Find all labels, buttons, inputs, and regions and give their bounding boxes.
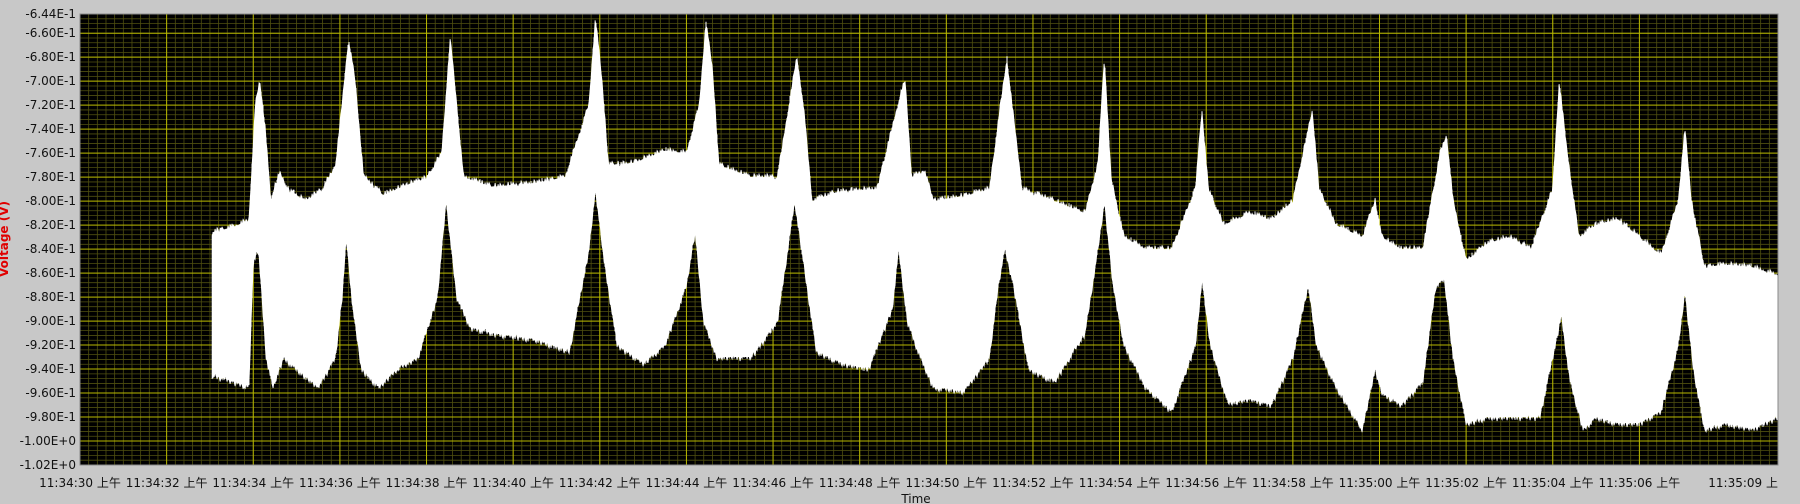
y-tick-label: -7.40E-1 <box>25 122 76 136</box>
x-tick-label: 11:34:58 上午 <box>1252 476 1334 490</box>
x-tick-label: 11:34:38 上午 <box>386 476 468 490</box>
y-tick-label: -8.20E-1 <box>25 218 76 232</box>
y-tick-label: -9.00E-1 <box>25 314 76 328</box>
x-tick-label: 11:35:00 上午 <box>1339 476 1421 490</box>
x-tick-label: 11:34:44 上午 <box>646 476 728 490</box>
y-tick-label: -6.60E-1 <box>25 26 76 40</box>
chart-root: 11:34:30 上午 11:34:32 上午 11:34:34 上午 11:34:3… <box>0 0 1800 504</box>
y-tick-label: -9.80E-1 <box>25 410 76 424</box>
y-tick-label: -8.40E-1 <box>25 242 76 256</box>
x-tick-label: 11:34:48 上午 <box>819 476 901 490</box>
x-tick-label: 11:35:04 上午 <box>1512 476 1594 490</box>
y-tick-label: -8.60E-1 <box>25 266 76 280</box>
y-tick-label: -7.20E-1 <box>25 98 76 112</box>
y-tick-label: -1.02E+0 <box>20 458 76 472</box>
x-tick-label: 11:34:50 上午 <box>905 476 987 490</box>
x-tick-label: 11:34:52 上午 <box>992 476 1074 490</box>
y-tick-label: -7.80E-1 <box>25 170 76 184</box>
x-tick-label: 11:34:40 上午 <box>472 476 554 490</box>
y-tick-label: -9.20E-1 <box>25 338 76 352</box>
x-tick-label: 11:35:02 上午 <box>1425 476 1507 490</box>
x-tick-label: 11:34:42 上午 <box>559 476 641 490</box>
y-tick-label: -7.00E-1 <box>25 74 76 88</box>
y-tick-label: -1.00E+0 <box>20 434 76 448</box>
y-tick-label: -8.80E-1 <box>25 290 76 304</box>
y-tick-label: -8.00E-1 <box>25 194 76 208</box>
x-axis-title: Time <box>900 492 930 504</box>
y-tick-label: -7.60E-1 <box>25 146 76 160</box>
x-tick-label: 11:34:32 上午 <box>126 476 208 490</box>
y-tick-label: -6.80E-1 <box>25 50 76 64</box>
x-tick-label: 11:35:06 上午 <box>1599 476 1681 490</box>
x-tick-label: 11:34:34 上午 <box>212 476 294 490</box>
x-tick-label: 11:34:54 上午 <box>1079 476 1161 490</box>
x-tick-label: 11:34:30 上午 <box>39 476 121 490</box>
x-tick-label: 11:34:36 上午 <box>299 476 381 490</box>
y-tick-label: -6.44E-1 <box>25 7 76 21</box>
x-tick-label: 11:34:56 上午 <box>1165 476 1247 490</box>
y-tick-label: -9.60E-1 <box>25 386 76 400</box>
voltage-time-chart: 11:34:30 上午 11:34:32 上午 11:34:34 上午 11:34:3… <box>0 0 1800 504</box>
x-tick-label: 11:34:46 上午 <box>732 476 814 490</box>
x-tick-label: 11:35:09 上 <box>1708 476 1778 490</box>
y-axis-title: Voltage (V) <box>0 201 11 277</box>
y-tick-label: -9.40E-1 <box>25 362 76 376</box>
